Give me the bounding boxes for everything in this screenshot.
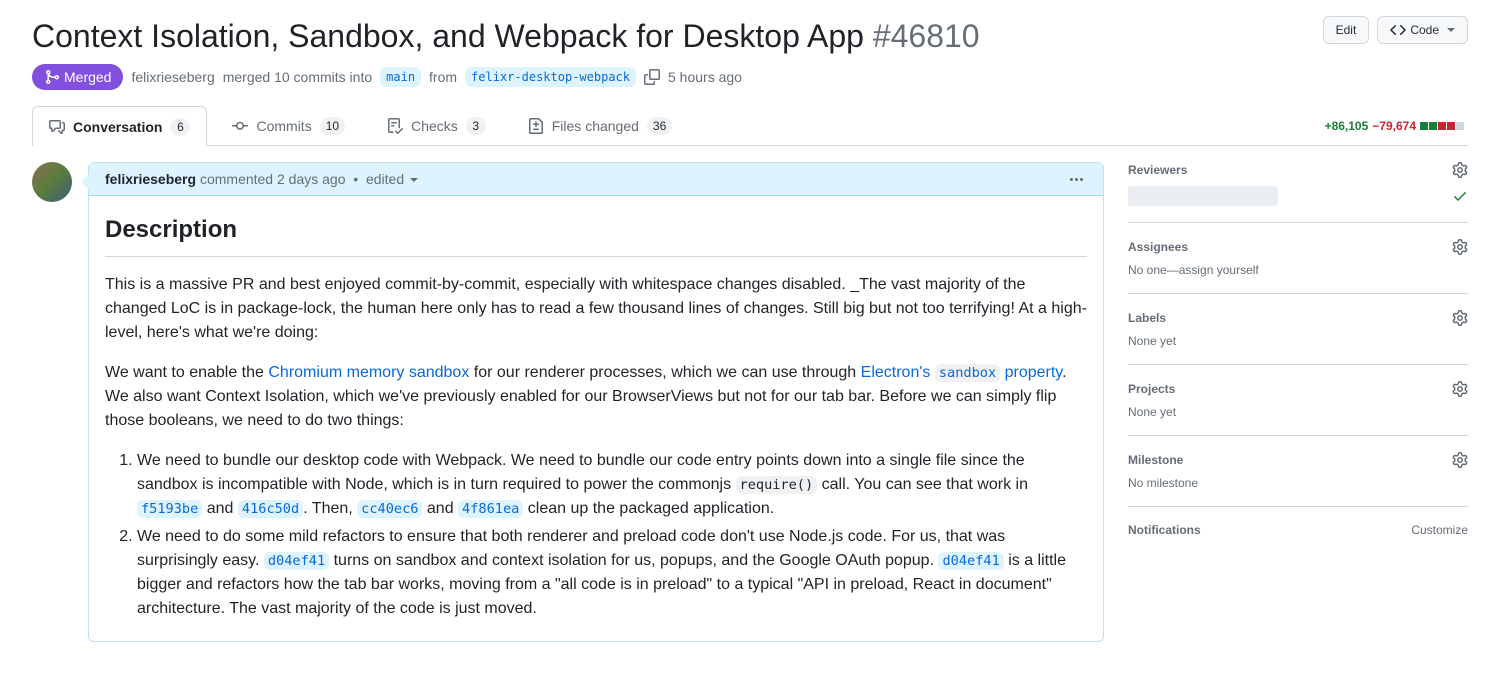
labels-body: None yet xyxy=(1128,334,1468,348)
reviewer-row[interactable] xyxy=(1128,186,1468,206)
list-item: We need to bundle our desktop code with … xyxy=(137,449,1087,521)
notifications-title: Notifications xyxy=(1128,523,1201,537)
commit-ref[interactable]: f5193be xyxy=(137,500,202,518)
files-count: 36 xyxy=(647,117,672,135)
merged-badge: Merged xyxy=(32,64,123,90)
reviewer-name-redacted xyxy=(1128,186,1278,206)
projects-body: None yet xyxy=(1128,405,1468,419)
sidebar-reviewers-header[interactable]: Reviewers xyxy=(1128,162,1468,178)
comment-body: Description This is a massive PR and bes… xyxy=(89,196,1103,641)
gear-icon xyxy=(1452,310,1468,326)
timeline-comment: felixrieseberg commented 2 days ago • ed… xyxy=(32,162,1104,642)
check-icon xyxy=(1452,188,1468,204)
commit-ref[interactable]: d04ef41 xyxy=(264,552,329,570)
sidebar-assignees-header[interactable]: Assignees xyxy=(1128,239,1468,255)
checklist-icon xyxy=(387,118,403,134)
list-item: We need to do some mild refactors to ens… xyxy=(137,525,1087,621)
diff-deletions: −79,674 xyxy=(1372,119,1416,133)
from-text: from xyxy=(429,69,457,85)
pr-header-row: Context Isolation, Sandbox, and Webpack … xyxy=(32,16,1468,56)
checks-count: 3 xyxy=(466,117,486,135)
sidebar: Reviewers Assignees No one—assign yourse… xyxy=(1128,162,1468,553)
customize-notifications-link[interactable]: Customize xyxy=(1411,523,1468,537)
pr-title: Context Isolation, Sandbox, and Webpack … xyxy=(32,18,864,54)
edit-button[interactable]: Edit xyxy=(1323,16,1370,44)
assignees-body: No one—assign yourself xyxy=(1128,263,1468,277)
edited-indicator[interactable]: edited xyxy=(366,171,418,187)
diffstat[interactable]: +86,105 −79,674 xyxy=(1325,119,1468,133)
head-branch-pill[interactable]: felixr-desktop-webpack xyxy=(465,67,636,87)
git-commit-icon xyxy=(232,118,248,134)
commit-ref[interactable]: 416c50d xyxy=(238,500,303,518)
pr-number: #46810 xyxy=(873,18,980,54)
conversation-count: 6 xyxy=(170,118,190,136)
commits-count: 10 xyxy=(320,117,345,135)
sidebar-projects-header[interactable]: Projects xyxy=(1128,381,1468,397)
comment-actions-menu[interactable] xyxy=(1066,174,1087,185)
tab-checks[interactable]: Checks 3 xyxy=(370,106,503,145)
tab-nav: Conversation 6 Commits 10 Checks 3 Files… xyxy=(32,106,1468,146)
comment-header: felixrieseberg commented 2 days ago • ed… xyxy=(89,163,1103,196)
avatar[interactable] xyxy=(32,162,72,202)
assign-yourself-link[interactable]: assign yourself xyxy=(1179,263,1259,277)
gear-icon xyxy=(1452,381,1468,397)
diff-visual-blocks xyxy=(1420,122,1464,130)
comment-author-link[interactable]: felixrieseberg xyxy=(105,171,196,187)
sidebar-milestone-header[interactable]: Milestone xyxy=(1128,452,1468,468)
caret-down-icon xyxy=(410,178,418,182)
comment-discussion-icon xyxy=(49,119,65,135)
gear-icon xyxy=(1452,452,1468,468)
commit-ref[interactable]: 4f861ea xyxy=(458,500,523,518)
electron-sandbox-link[interactable]: Electron's sandbox property xyxy=(861,364,1062,381)
header-actions: Edit Code xyxy=(1323,16,1468,44)
description-heading: Description xyxy=(105,212,1087,257)
code-icon xyxy=(1390,22,1406,38)
description-p1: This is a massive PR and best enjoyed co… xyxy=(105,273,1087,345)
pr-meta-row: Merged felixrieseberg merged 10 commits … xyxy=(32,64,1468,90)
milestone-body: No milestone xyxy=(1128,476,1468,490)
merged-text: merged 10 commits into xyxy=(223,69,372,85)
comment-time-link[interactable]: 2 days ago xyxy=(277,171,346,187)
merged-time: 5 hours ago xyxy=(668,69,742,85)
pr-title-block: Context Isolation, Sandbox, and Webpack … xyxy=(32,16,980,56)
tab-commits[interactable]: Commits 10 xyxy=(215,106,362,145)
commit-ref[interactable]: cc40ec6 xyxy=(357,500,422,518)
git-merge-icon xyxy=(44,69,60,85)
base-branch-pill[interactable]: main xyxy=(380,67,421,87)
commit-ref[interactable]: d04ef41 xyxy=(938,552,1003,570)
gear-icon xyxy=(1452,239,1468,255)
author-link[interactable]: felixrieseberg xyxy=(131,69,214,85)
copy-icon[interactable] xyxy=(644,69,660,85)
sidebar-labels-header[interactable]: Labels xyxy=(1128,310,1468,326)
description-p2: We want to enable the Chromium memory sa… xyxy=(105,361,1087,433)
tab-files[interactable]: Files changed 36 xyxy=(511,106,690,145)
tab-conversation[interactable]: Conversation 6 xyxy=(32,106,207,146)
gear-icon xyxy=(1452,162,1468,178)
file-diff-icon xyxy=(528,118,544,134)
chromium-sandbox-link[interactable]: Chromium memory sandbox xyxy=(268,364,469,381)
caret-down-icon xyxy=(1447,28,1455,32)
code-button[interactable]: Code xyxy=(1377,16,1468,44)
diff-additions: +86,105 xyxy=(1325,119,1369,133)
